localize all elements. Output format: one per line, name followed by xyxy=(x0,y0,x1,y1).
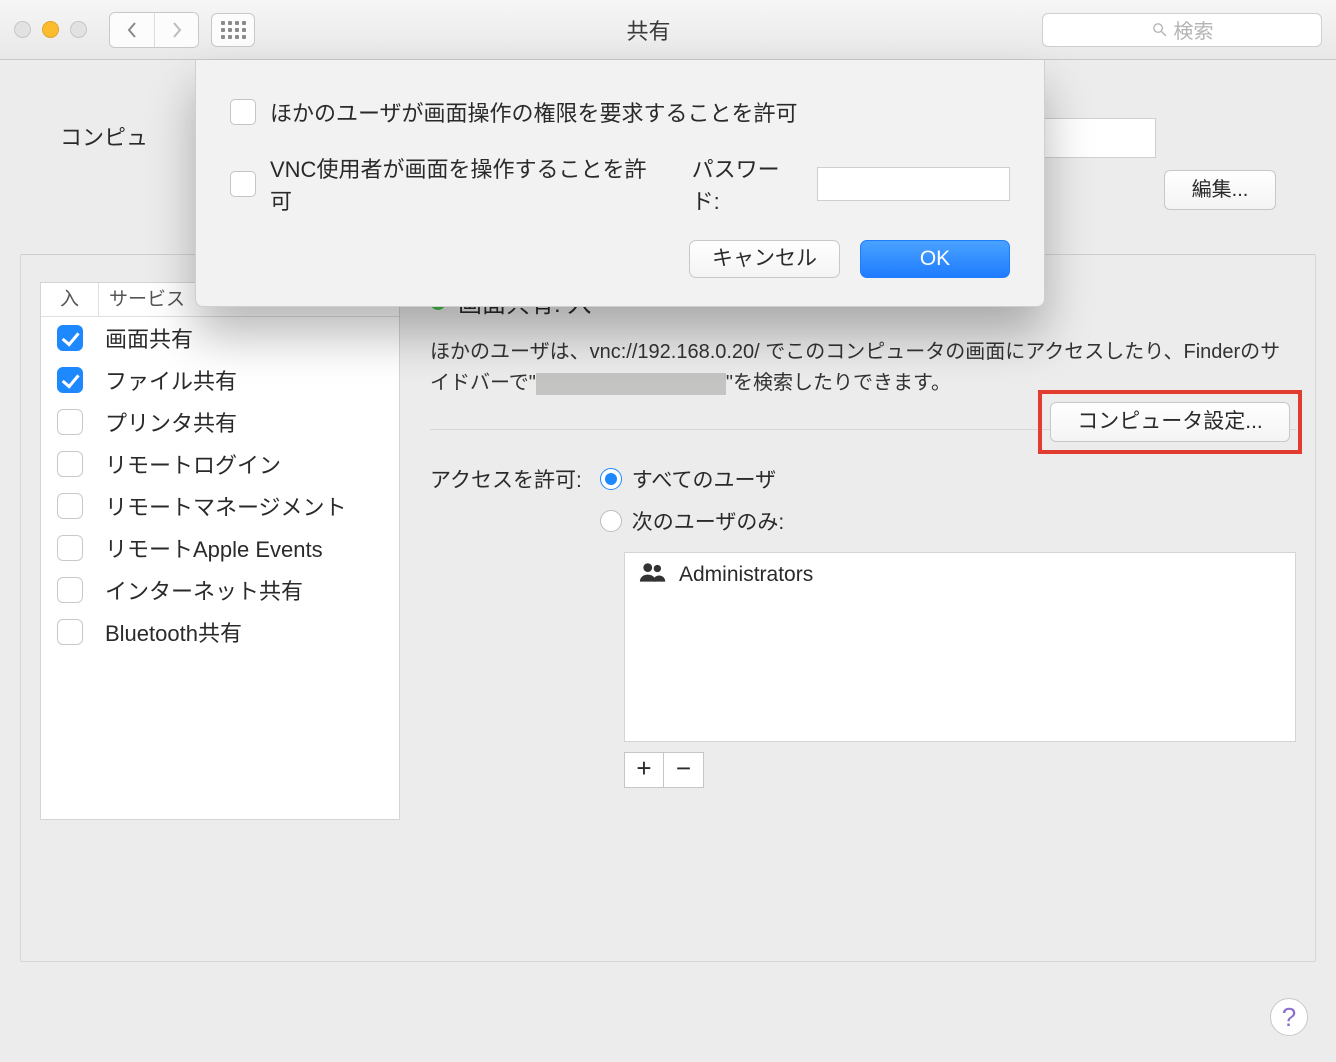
detail-pane: 画面共有: 入 ほかのユーザは、vnc://192.168.0.20/ でこのコ… xyxy=(430,282,1296,1022)
window-toolbar: 共有 検索 xyxy=(0,0,1336,60)
search-icon xyxy=(1151,21,1168,38)
service-label: リモートマネージメント xyxy=(105,490,347,522)
service-label: Bluetooth共有 xyxy=(105,616,242,648)
radio-all-users[interactable] xyxy=(600,468,622,490)
minimize-icon[interactable] xyxy=(42,21,59,38)
service-row[interactable]: ファイル共有 xyxy=(41,359,399,401)
service-row[interactable]: リモートログイン xyxy=(41,443,399,485)
computer-name-field[interactable] xyxy=(1026,118,1156,158)
search-field[interactable]: 検索 xyxy=(1042,13,1322,47)
service-row[interactable]: プリンタ共有 xyxy=(41,401,399,443)
user-name: Administrators xyxy=(679,563,813,587)
service-label: ファイル共有 xyxy=(105,364,237,396)
service-checkbox[interactable] xyxy=(57,409,83,435)
service-checkbox[interactable] xyxy=(57,577,83,603)
user-list[interactable]: Administrators xyxy=(624,552,1296,742)
window-title: 共有 xyxy=(267,14,1030,46)
radio-only-users-label: 次のユーザのみ: xyxy=(632,506,784,536)
radio-all-users-label: すべてのユーザ xyxy=(632,464,776,494)
service-label: リモートログイン xyxy=(105,448,281,480)
service-label: リモートApple Events xyxy=(105,532,323,564)
service-checkbox[interactable] xyxy=(57,451,83,477)
computer-name-label: コンピュ xyxy=(60,120,148,152)
service-checkbox[interactable] xyxy=(57,325,83,351)
forward-button[interactable] xyxy=(154,13,198,47)
close-icon[interactable] xyxy=(14,21,31,38)
users-icon xyxy=(639,561,667,589)
service-label: プリンタ共有 xyxy=(105,406,237,438)
services-table: 入 サービス 画面共有ファイル共有プリンタ共有リモートログインリモートマネージメ… xyxy=(40,282,400,820)
service-label: 画面共有 xyxy=(105,322,193,354)
redacted-hostname xyxy=(536,373,726,395)
radio-only-users[interactable] xyxy=(600,510,622,532)
show-all-button[interactable] xyxy=(211,13,255,47)
service-row[interactable]: Bluetooth共有 xyxy=(41,611,399,653)
edit-button[interactable]: 編集... xyxy=(1164,170,1276,210)
traffic-lights xyxy=(14,21,87,38)
service-checkbox[interactable] xyxy=(57,619,83,645)
nav-back-forward xyxy=(109,12,199,48)
service-checkbox[interactable] xyxy=(57,367,83,393)
service-checkbox[interactable] xyxy=(57,535,83,561)
vnc-password-field[interactable] xyxy=(817,167,1010,201)
allow-request-checkbox[interactable] xyxy=(230,99,256,125)
service-row[interactable]: インターネット共有 xyxy=(41,569,399,611)
service-row[interactable]: リモートApple Events xyxy=(41,527,399,569)
add-user-button[interactable]: + xyxy=(624,752,664,788)
computer-settings-sheet: ほかのユーザが画面操作の権限を要求することを許可 VNC使用者が画面を操作するこ… xyxy=(195,60,1045,307)
col-header-on: 入 xyxy=(41,283,99,316)
service-row[interactable]: リモートマネージメント xyxy=(41,485,399,527)
back-button[interactable] xyxy=(110,13,154,47)
password-label: パスワード: xyxy=(692,152,804,216)
allow-request-label: ほかのユーザが画面操作の権限を要求することを許可 xyxy=(270,96,798,128)
access-label: アクセスを許可: xyxy=(430,464,582,494)
vnc-control-checkbox[interactable] xyxy=(230,171,256,197)
computer-settings-button[interactable]: コンピュータ設定... xyxy=(1050,402,1290,442)
grid-icon xyxy=(221,21,246,39)
vnc-control-label: VNC使用者が画面を操作することを許可 xyxy=(270,152,654,216)
remove-user-button[interactable]: − xyxy=(664,752,704,788)
ok-button[interactable]: OK xyxy=(860,240,1010,278)
service-checkbox[interactable] xyxy=(57,493,83,519)
zoom-icon[interactable] xyxy=(70,21,87,38)
service-label: インターネット共有 xyxy=(105,574,303,606)
service-row[interactable]: 画面共有 xyxy=(41,317,399,359)
help-button[interactable]: ? xyxy=(1270,998,1308,1036)
highlight-box: コンピュータ設定... xyxy=(1038,390,1302,454)
search-placeholder: 検索 xyxy=(1174,15,1214,44)
cancel-button[interactable]: キャンセル xyxy=(689,240,840,278)
list-item: Administrators xyxy=(625,553,1295,597)
